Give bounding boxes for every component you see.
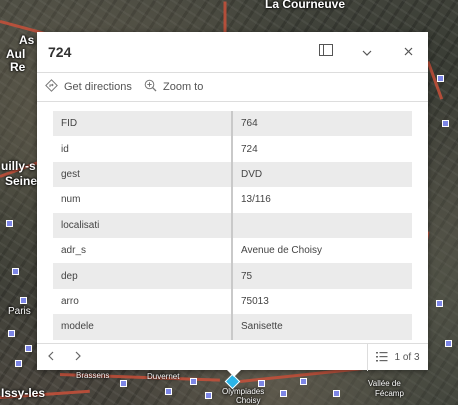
map-feature-marker[interactable] — [25, 345, 32, 352]
chevron-down-icon — [362, 43, 372, 61]
popup-header: 724 — [37, 32, 428, 72]
map-label: Olympiades — [222, 387, 265, 396]
table-row: adr_s Avenue de Choisy — [53, 237, 412, 264]
close-button[interactable] — [396, 40, 420, 64]
table-row: gest DVD — [53, 161, 412, 188]
map-feature-marker[interactable] — [205, 392, 212, 399]
attribute-value: DVD — [232, 161, 412, 188]
map-feature-marker[interactable] — [445, 340, 452, 347]
table-row: arro 75013 — [53, 288, 412, 315]
attribute-value: 764 — [232, 111, 412, 137]
attribute-key: gest — [53, 161, 233, 188]
map-label: uilly-s — [1, 159, 36, 173]
dock-icon — [319, 43, 333, 61]
zoom-to-icon — [144, 79, 163, 95]
zoom-to-label: Zoom to — [163, 81, 204, 93]
list-icon — [376, 351, 394, 365]
previous-feature-button[interactable] — [41, 347, 61, 367]
map-feature-marker[interactable] — [190, 378, 197, 385]
map-feature-marker[interactable] — [8, 330, 15, 337]
directions-icon — [45, 79, 64, 95]
map-label: La Courneuve — [265, 0, 346, 11]
attribute-key: num — [53, 187, 233, 213]
collapse-button[interactable] — [355, 40, 379, 64]
popup-pointer — [226, 369, 242, 377]
chevron-right-icon — [75, 348, 81, 366]
map-feature-marker[interactable] — [20, 297, 27, 304]
attributes-table: FID 764 id 724 gest DVD num 13/116 local… — [53, 111, 412, 340]
feature-list-pager[interactable]: 1 of 3 — [367, 344, 428, 371]
get-directions-action[interactable]: Get directions — [45, 79, 132, 95]
attribute-key: arro — [53, 288, 233, 315]
map-label: Paris — [8, 306, 31, 317]
next-feature-button[interactable] — [68, 347, 88, 367]
attribute-key: modele — [53, 314, 233, 340]
map-label: Choisy — [236, 396, 261, 405]
map-feature-marker[interactable] — [437, 75, 444, 82]
table-row: FID 764 — [53, 111, 412, 137]
popup-actions: Get directions Zoom to — [37, 72, 428, 102]
map-label: Brassens — [76, 371, 110, 380]
attribute-key: dep — [53, 263, 233, 289]
pager-text: 1 of 3 — [394, 352, 420, 363]
get-directions-label: Get directions — [64, 81, 132, 93]
attribute-key: id — [53, 136, 233, 162]
attribute-value: 13/116 — [232, 187, 412, 213]
popup-footer: 1 of 3 — [37, 343, 428, 371]
table-row: modele Sanisette — [53, 314, 412, 340]
attribute-key: FID — [53, 111, 233, 137]
map-feature-marker[interactable] — [165, 388, 172, 395]
map-feature-marker[interactable] — [12, 268, 19, 275]
attribute-key: localisati — [53, 212, 233, 238]
map-label: Duvernet — [147, 372, 180, 381]
close-icon — [404, 43, 413, 61]
map-feature-marker[interactable] — [258, 380, 265, 387]
map-feature-marker[interactable] — [120, 380, 127, 387]
map-feature-marker[interactable] — [15, 360, 22, 367]
attribute-value: 75 — [232, 263, 412, 289]
table-row: num 13/116 — [53, 187, 412, 213]
map-feature-marker[interactable] — [442, 120, 449, 127]
map-label: Re — [10, 60, 26, 74]
table-row: id 724 — [53, 136, 412, 162]
table-row: localisati — [53, 212, 412, 238]
map-feature-marker[interactable] — [280, 390, 287, 397]
attribute-value: Sanisette — [232, 314, 412, 340]
attribute-value: 75013 — [232, 288, 412, 315]
attribute-value: 724 — [232, 136, 412, 162]
map-label: Vallée de — [368, 379, 401, 388]
map-feature-marker[interactable] — [333, 390, 340, 397]
map-label: Aul — [6, 47, 26, 61]
popup-content[interactable]: FID 764 id 724 gest DVD num 13/116 local… — [37, 101, 428, 343]
attribute-key: adr_s — [53, 237, 233, 264]
table-row: dep 75 — [53, 263, 412, 289]
attribute-value — [232, 212, 412, 238]
attribute-value: Avenue de Choisy — [232, 237, 412, 264]
map-label: Fécamp — [375, 389, 404, 398]
feature-popup: 724 Get directions Zoom to FID 764 id 72… — [37, 32, 428, 371]
map-feature-marker[interactable] — [300, 378, 307, 385]
map-feature-marker[interactable] — [6, 220, 13, 227]
map-label: Seine — [5, 174, 38, 188]
map-feature-marker[interactable] — [436, 300, 443, 307]
popup-title: 724 — [48, 44, 72, 60]
map-label: As — [19, 33, 35, 47]
chevron-left-icon — [48, 348, 54, 366]
map-label: Issy-les — [1, 386, 46, 400]
dock-button[interactable] — [314, 40, 338, 64]
zoom-to-action[interactable]: Zoom to — [144, 79, 203, 95]
